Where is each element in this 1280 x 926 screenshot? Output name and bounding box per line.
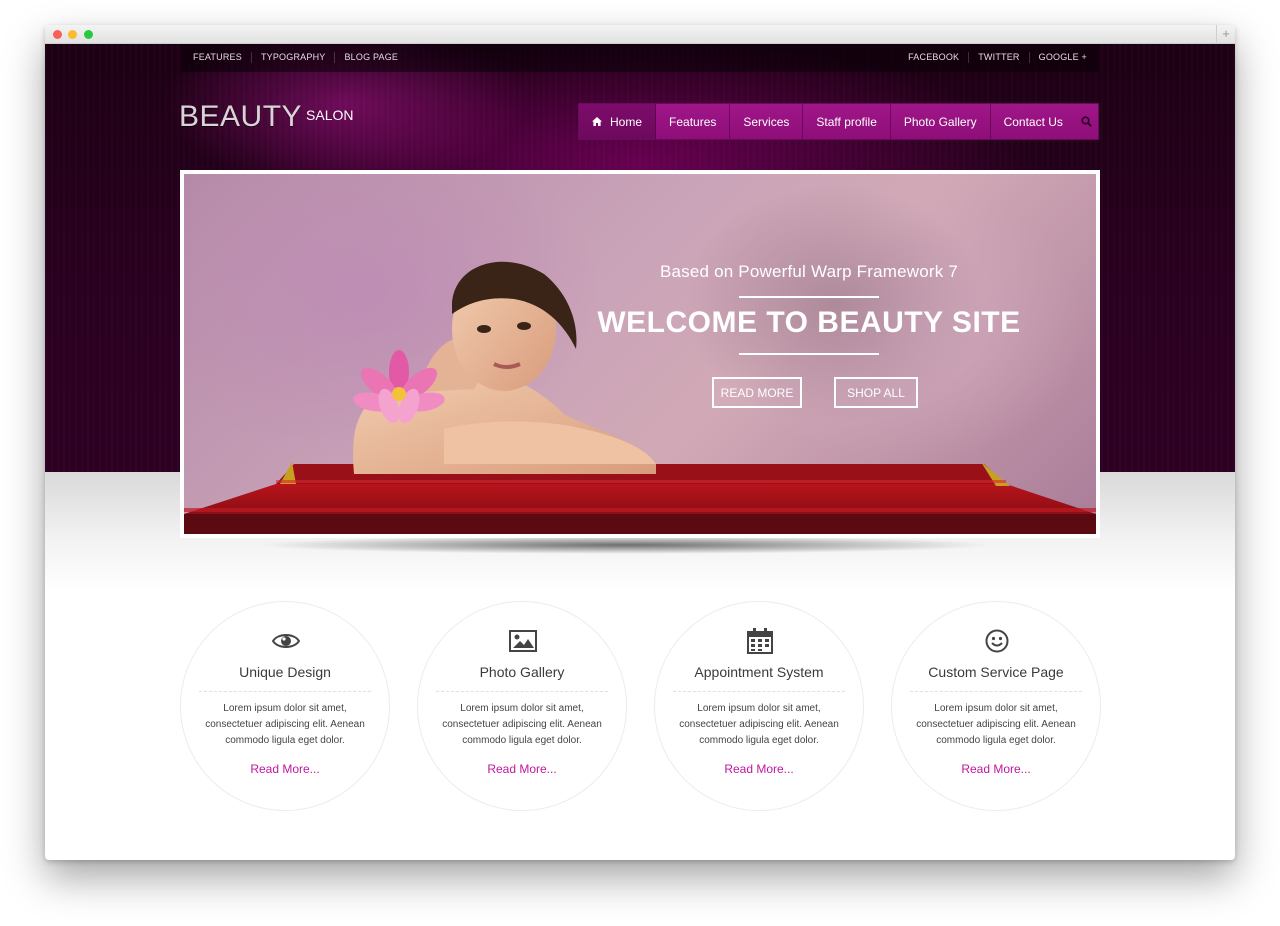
shop-all-button[interactable]: SHOP ALL <box>834 377 918 408</box>
close-window-button[interactable] <box>53 30 62 39</box>
toplink-google-plus[interactable]: GOOGLE + <box>1028 52 1087 63</box>
feature-title: Appointment System <box>694 664 824 680</box>
feature-custom-service-page: Custom Service Page Lorem ipsum dolor si… <box>891 601 1101 811</box>
feature-title: Photo Gallery <box>479 664 565 680</box>
nav-item-home[interactable]: Home <box>579 104 657 139</box>
feature-text: Lorem ipsum dolor sit amet, consectetuer… <box>205 703 365 746</box>
feature-divider <box>436 691 608 692</box>
calendar-icon <box>740 628 780 654</box>
nav-item-photo-gallery[interactable]: Photo Gallery <box>891 104 991 139</box>
feature-text: Lorem ipsum dolor sit amet, consectetuer… <box>916 703 1076 746</box>
browser-titlebar: + <box>45 25 1235 44</box>
feature-text: Lorem ipsum dolor sit amet, consectetuer… <box>679 703 839 746</box>
top-bar: FEATURES TYPOGRAPHY BLOG PAGE FACEBOOK T… <box>181 44 1099 72</box>
feature-divider <box>910 691 1082 692</box>
hero-image <box>184 184 1096 534</box>
main-nav: Home Features Services Staff profile Pho… <box>578 103 1099 140</box>
nav-item-services[interactable]: Services <box>730 104 804 139</box>
hero-divider-bottom <box>739 353 879 355</box>
top-links-left: FEATURES TYPOGRAPHY BLOG PAGE <box>193 52 407 63</box>
read-more-link[interactable]: Read More... <box>655 762 863 776</box>
logo-sub-text: SALON <box>306 107 354 123</box>
nav-item-features[interactable]: Features <box>656 104 731 139</box>
read-more-button[interactable]: READ MORE <box>712 377 802 408</box>
feature-title: Unique Design <box>239 664 331 680</box>
zoom-window-button[interactable] <box>84 30 93 39</box>
web-page: FEATURES TYPOGRAPHY BLOG PAGE FACEBOOK T… <box>45 44 1235 860</box>
hero-subtitle: Based on Powerful Warp Framework 7 <box>659 262 959 281</box>
toplink-twitter[interactable]: TWITTER <box>968 52 1028 63</box>
nav-item-staff-profile[interactable]: Staff profile <box>803 104 891 139</box>
feature-unique-design: Unique Design Lorem ipsum dolor sit amet… <box>180 601 390 811</box>
toplink-features[interactable]: FEATURES <box>193 52 251 63</box>
feature-title: Custom Service Page <box>928 664 1064 680</box>
read-more-link[interactable]: Read More... <box>418 762 626 776</box>
nav-label-home: Home <box>610 114 643 129</box>
feature-text: Lorem ipsum dolor sit amet, consectetuer… <box>442 703 602 746</box>
read-more-link[interactable]: Read More... <box>181 762 389 776</box>
hero-divider-top <box>739 296 879 298</box>
site-logo[interactable]: BEAUTY SALON <box>179 100 354 134</box>
hero-shadow <box>255 536 995 554</box>
home-icon <box>592 117 602 126</box>
read-more-link[interactable]: Read More... <box>892 762 1100 776</box>
toplink-blog-page[interactable]: BLOG PAGE <box>334 52 407 63</box>
hero-slider: Based on Powerful Warp Framework 7 WELCO… <box>180 170 1100 538</box>
feature-divider <box>673 691 845 692</box>
nav-item-contact-us[interactable]: Contact Us <box>991 104 1076 139</box>
feature-appointment-system: Appointment System Lorem ipsum dolor sit… <box>654 601 864 811</box>
minimize-window-button[interactable] <box>68 30 77 39</box>
smiley-icon <box>977 628 1017 654</box>
top-links-right: FACEBOOK TWITTER GOOGLE + <box>908 52 1087 63</box>
browser-window: + FEATURES TYPOGRAPHY BLOG PAGE FACEBOOK… <box>45 25 1235 860</box>
search-button[interactable] <box>1076 104 1098 139</box>
search-icon <box>1081 116 1093 127</box>
feature-photo-gallery: Photo Gallery Lorem ipsum dolor sit amet… <box>417 601 627 811</box>
image-icon <box>503 628 543 654</box>
toplink-facebook[interactable]: FACEBOOK <box>908 52 968 63</box>
feature-divider <box>199 691 371 692</box>
eye-icon <box>266 628 306 654</box>
logo-main-text: BEAUTY <box>179 100 303 133</box>
hero-title: WELCOME TO BEAUTY SITE <box>597 306 1021 339</box>
toplink-typography[interactable]: TYPOGRAPHY <box>250 52 335 63</box>
new-tab-button[interactable]: + <box>1216 25 1235 44</box>
